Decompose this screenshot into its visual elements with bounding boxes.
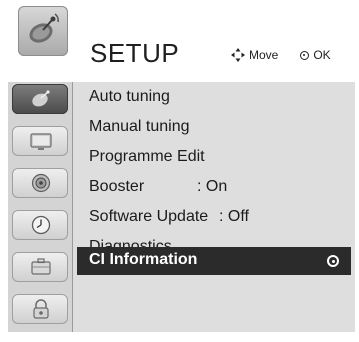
menu-item-label: Auto tuning <box>89 88 170 105</box>
menu-item-label: Programme Edit <box>89 148 205 165</box>
clock-icon <box>31 215 51 235</box>
menu-item-manual-tuning[interactable]: Manual tuning <box>89 118 190 136</box>
sidebar-item-option[interactable] <box>12 252 68 282</box>
header: SETUP Move OK <box>8 4 355 84</box>
menu-item-auto-tuning[interactable]: Auto tuning <box>89 88 170 106</box>
ok-button-icon <box>327 255 339 267</box>
sidebar-item-audio[interactable] <box>12 168 68 198</box>
menu-item-label: Booster <box>89 178 145 195</box>
satellite-dish-icon <box>32 90 50 107</box>
hint-move-label: Move <box>249 48 279 62</box>
menu-item-ci-information[interactable]: CI Information <box>77 247 351 275</box>
briefcase-icon <box>31 258 51 275</box>
menu-item-label: CI Information <box>89 251 198 268</box>
hint-ok-label: OK <box>313 48 331 62</box>
speaker-icon <box>31 173 51 193</box>
menu-item-software-update[interactable]: Software Update : Off <box>89 208 249 226</box>
menu-item-label: Manual tuning <box>89 118 190 135</box>
ok-button-icon <box>300 50 310 60</box>
sidebar-item-time[interactable] <box>12 210 68 240</box>
satellite-dish-icon <box>18 6 68 56</box>
sidebar-item-lock[interactable] <box>12 294 68 324</box>
menu-item-value: : Off <box>219 208 249 225</box>
sidebar-item-picture[interactable] <box>12 126 68 156</box>
sidebar <box>8 82 73 332</box>
setup-menu: Auto tuning Manual tuning Programme Edit… <box>73 82 355 332</box>
page-title: SETUP <box>90 38 180 68</box>
move-arrows-icon <box>231 48 245 62</box>
menu-item-value: : On <box>197 178 228 195</box>
navigation-hint: Move OK <box>231 48 331 62</box>
menu-item-programme-edit[interactable]: Programme Edit <box>89 148 205 166</box>
sidebar-item-setup[interactable] <box>12 84 68 114</box>
setup-window: SETUP Move OK Auto tuning Manual tuning … <box>0 0 359 342</box>
menu-item-booster[interactable]: Booster : On <box>89 178 227 196</box>
tv-screen-icon <box>30 133 52 150</box>
menu-item-label: Software Update <box>89 208 209 225</box>
lock-icon <box>33 299 49 319</box>
